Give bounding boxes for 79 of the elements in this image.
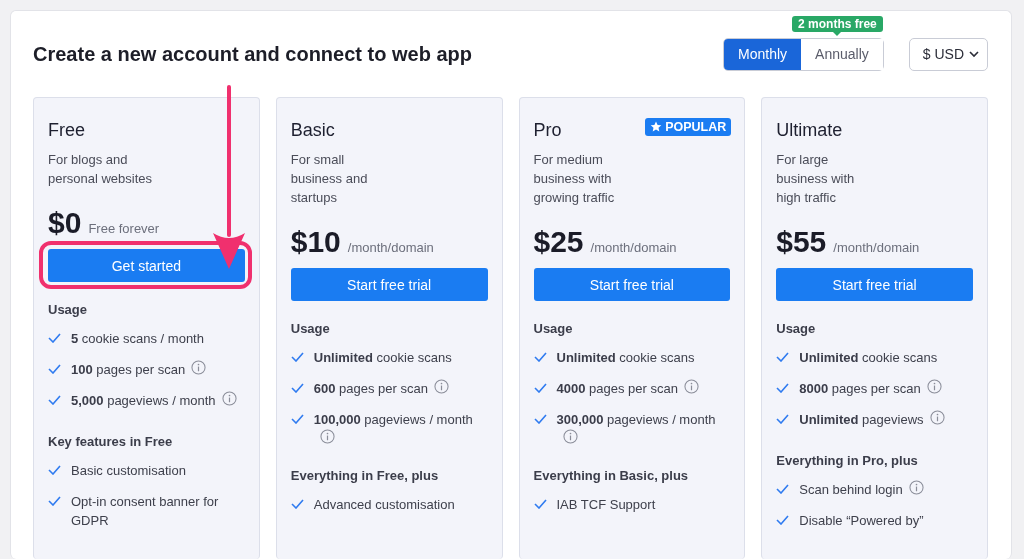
section-heading: Everything in Pro, plus — [776, 453, 919, 468]
price-note: /month/domain — [590, 240, 677, 255]
plan-name: Ultimate — [776, 120, 843, 141]
plan-name: Basic — [290, 120, 335, 141]
check-icon — [48, 333, 61, 343]
info-icon[interactable] — [926, 379, 942, 394]
feature-text: Opt-in consent banner for GDPR — [71, 493, 220, 530]
plan-description: For small business and startups — [290, 151, 369, 207]
plan-price: $55 — [776, 225, 827, 259]
plan-description: For large business with high traffic — [776, 151, 856, 207]
check-icon — [533, 383, 547, 393]
star-icon — [650, 121, 663, 133]
check-icon — [776, 383, 790, 393]
check-icon — [48, 364, 61, 374]
section-heading: Everything in Basic, plus — [533, 468, 690, 483]
plan-price: $0 — [48, 206, 82, 240]
info-icon[interactable] — [191, 360, 207, 375]
info-icon[interactable] — [908, 480, 924, 495]
feature-text: Disable “Powered by” — [799, 512, 924, 530]
plan-price: $10 — [290, 225, 341, 259]
plan-button[interactable]: Get started — [48, 249, 245, 282]
check-icon — [776, 484, 790, 494]
check-icon — [776, 352, 790, 362]
feature-text: Advanced customisation — [313, 496, 455, 514]
check-icon — [48, 395, 61, 405]
plan-button[interactable]: Start free trial — [533, 268, 731, 301]
info-icon[interactable] — [929, 410, 945, 425]
feature-text: Unlimited cookie scans — [313, 349, 452, 367]
check-icon — [290, 352, 304, 362]
feature-text: Basic customisation — [71, 462, 186, 480]
feature-text: 8000 pages per scan — [799, 380, 921, 398]
feature-text: 100 pages per scan — [71, 361, 186, 379]
plan-description: For blogs and personal websites — [48, 151, 154, 188]
check-icon — [533, 352, 547, 362]
plan-button[interactable]: Start free trial — [776, 268, 973, 301]
section-heading: Key features in Free — [48, 434, 174, 449]
info-icon[interactable] — [562, 429, 578, 444]
plan-name: Free — [48, 120, 85, 141]
check-icon — [776, 414, 790, 424]
page-title: Create a new account and connect to web app — [33, 42, 473, 66]
info-icon[interactable] — [683, 379, 699, 394]
feature-text: 4000 pages per scan — [556, 380, 678, 398]
currency-select[interactable]: $ USD — [908, 37, 988, 71]
feature-text: Scan behind login — [799, 481, 903, 499]
check-icon — [776, 515, 790, 525]
chevron-down-icon — [969, 50, 979, 58]
feature-text: IAB TCF Support — [556, 496, 656, 514]
section-heading: Usage — [290, 321, 331, 336]
price-note: /month/domain — [347, 240, 434, 255]
check-icon — [290, 499, 304, 509]
feature-text: Unlimited cookie scans — [556, 349, 695, 367]
check-icon — [290, 383, 304, 393]
check-icon — [533, 499, 547, 509]
feature-text: 300,000 pageviews / month — [556, 411, 716, 429]
section-heading: Usage — [48, 302, 89, 317]
price-note: /month/domain — [833, 240, 920, 255]
plan-description: For medium business with growing traffic — [533, 151, 616, 207]
feature-text: 5 cookie scans / month — [71, 330, 204, 348]
check-icon — [533, 414, 547, 424]
info-icon[interactable] — [433, 379, 449, 394]
feature-text: Unlimited cookie scans — [799, 349, 938, 367]
feature-text: 600 pages per scan — [313, 380, 428, 398]
plan-price: $25 — [533, 225, 584, 259]
info-icon[interactable] — [221, 391, 237, 406]
section-heading: Usage — [533, 321, 574, 336]
section-heading: Usage — [776, 321, 817, 336]
plan-button[interactable]: Start free trial — [290, 268, 488, 301]
feature-text: 5,000 pageviews / month — [71, 392, 216, 410]
plan-name: Pro — [533, 120, 562, 141]
check-icon — [48, 465, 61, 475]
check-icon — [290, 414, 304, 424]
popular-badge: POPULAR — [645, 118, 732, 136]
feature-text: Unlimited pageviews — [799, 411, 924, 429]
price-note: Free forever — [88, 221, 160, 236]
feature-text: 100,000 pageviews / month — [313, 411, 473, 429]
check-icon — [48, 496, 61, 506]
billing-option[interactable]: Monthly — [724, 38, 802, 70]
section-heading: Everything in Free, plus — [290, 468, 440, 483]
info-icon[interactable] — [319, 429, 335, 444]
